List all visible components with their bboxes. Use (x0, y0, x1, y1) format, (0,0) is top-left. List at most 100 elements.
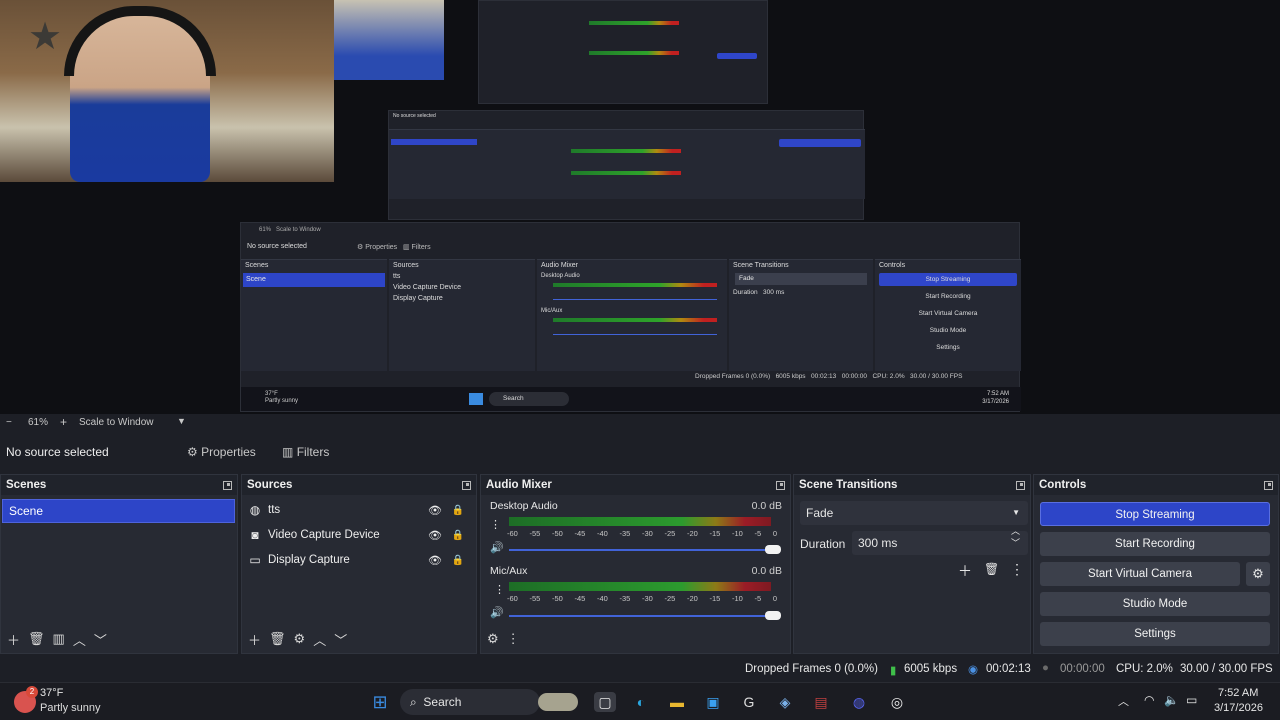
kebab-menu-icon[interactable]: ⋮ (490, 518, 501, 531)
undock-icon[interactable] (462, 480, 471, 490)
stop-streaming-button[interactable]: Stop Streaming (1040, 502, 1270, 526)
store-icon[interactable]: ▣ (702, 692, 724, 712)
lock-icon[interactable]: 🔒 (452, 530, 464, 541)
taskbar-search[interactable]: ⌕ Search (400, 689, 540, 715)
steam-icon[interactable]: ◈ (774, 692, 796, 712)
undock-icon[interactable] (776, 480, 785, 490)
slider-handle[interactable] (765, 545, 781, 554)
mixer-footer: ⚙ ⋮ (481, 625, 790, 653)
clock-time[interactable]: 7:52 AM (1218, 687, 1258, 699)
scale-mode-select[interactable]: Scale to Window (79, 417, 153, 428)
undock-icon[interactable] (1264, 480, 1273, 490)
undock-icon[interactable] (223, 480, 232, 490)
studio-mode-button[interactable]: Studio Mode (1040, 592, 1270, 616)
weather-temp: 37°F (40, 687, 64, 699)
move-down-icon[interactable]: ﹀ (94, 630, 107, 649)
scene-filters-icon[interactable]: ▥ (53, 631, 65, 647)
trash-icon[interactable]: 🗑 (984, 562, 999, 576)
zoom-in-button[interactable]: + (60, 415, 67, 429)
undock-icon[interactable] (1016, 480, 1025, 490)
lock-icon[interactable]: 🔒 (452, 555, 464, 566)
trash-icon[interactable]: 🗑 (28, 631, 45, 647)
scenes-title: Scenes (6, 479, 47, 491)
add-scene-icon[interactable]: ＋ (7, 630, 20, 649)
trash-icon[interactable]: 🗑 (269, 631, 286, 647)
meter-tick-label: -50 (552, 529, 563, 538)
wifi-icon[interactable]: ◠ (1144, 693, 1154, 707)
move-down-icon[interactable]: ﹀ (334, 630, 347, 649)
speaker-icon[interactable]: 🔊 (490, 541, 504, 554)
channel-name: Desktop Audio (490, 500, 558, 512)
chevron-down-icon: ▼ (1012, 508, 1020, 517)
start-recording-button[interactable]: Start Recording (1040, 532, 1270, 556)
gear-icon: ⚙ (187, 445, 198, 459)
stream-icon: ◉ (968, 664, 979, 676)
move-up-icon[interactable]: ︿ (73, 630, 86, 649)
duration-label: Duration (800, 537, 846, 551)
sources-dock: Sources ◍ tts 👁 🔒 ◙ Video Capture Device… (241, 474, 477, 654)
meter-tick-label: 0 (772, 594, 777, 603)
advanced-audio-icon[interactable]: ⚙ (487, 631, 499, 647)
status-bar: Dropped Frames 0 (0.0%) ▮ 6005 kbps ◉ 00… (0, 656, 1280, 682)
chevron-down-icon[interactable]: ▼ (177, 416, 186, 426)
cpu-usage: CPU: 2.0% (1116, 663, 1173, 675)
sources-footer: ＋ 🗑 ⚙ ︿ ﹀ (242, 625, 476, 653)
chevron-up-icon[interactable]: ︿ (1118, 693, 1129, 709)
kebab-menu-icon[interactable]: ⋮ (494, 583, 505, 596)
battery-icon[interactable]: ▭ (1186, 693, 1197, 707)
meter-tick-label: -15 (709, 594, 721, 603)
eye-icon[interactable]: 👁 (428, 529, 442, 542)
settings-button[interactable]: Settings (1040, 622, 1270, 646)
discord-icon[interactable]: ◍ (848, 692, 870, 712)
clock-date[interactable]: 3/17/2026 (1214, 702, 1263, 714)
kebab-menu-icon[interactable]: ⋮ (1010, 561, 1024, 578)
source-item-tts[interactable]: ◍ tts 👁 🔒 (248, 499, 472, 521)
speaker-icon[interactable]: 🔊 (490, 606, 504, 619)
volume-slider[interactable] (509, 611, 781, 620)
volume-icon[interactable]: 🔈 (1164, 693, 1179, 707)
g-hub-icon[interactable]: G (738, 692, 760, 712)
lock-icon[interactable]: 🔒 (452, 505, 464, 516)
meter-tick-label: -10 (732, 594, 743, 603)
volume-meter (509, 582, 771, 591)
virtual-camera-settings-icon[interactable]: ⚙ (1246, 562, 1270, 586)
transition-select[interactable]: Fade ▼ (800, 501, 1028, 525)
monitor-icon: ▭ (249, 553, 261, 567)
scene-item[interactable]: Scene (2, 499, 235, 523)
preview-toolbar: − 61% + Scale to Window ▼ (0, 414, 1280, 432)
source-item-video-capture[interactable]: ◙ Video Capture Device 👁 🔒 (248, 524, 472, 546)
file-explorer-icon[interactable]: ▬ (666, 692, 688, 712)
meter-tick-label: -50 (552, 594, 563, 603)
eye-icon[interactable]: 👁 (428, 504, 442, 517)
search-highlight-image[interactable] (538, 693, 578, 711)
task-view-icon[interactable]: ▢ (594, 692, 616, 712)
move-up-icon[interactable]: ︿ (313, 630, 326, 649)
properties-button[interactable]: ⚙ Properties (181, 440, 261, 464)
scenes-dock: Scenes Scene ＋ 🗑 ▥ ︿ ﹀ (0, 474, 238, 654)
signal-bars-icon: ▮ (890, 665, 897, 677)
controls-title: Controls (1039, 479, 1087, 491)
app-icon[interactable]: ▤ (810, 692, 832, 712)
duration-spinbox[interactable]: 300 ms ︿ ﹀ (852, 526, 1028, 555)
edge-icon[interactable]: ◐ (630, 692, 652, 712)
zoom-out-button[interactable]: − (6, 417, 12, 428)
slider-handle[interactable] (765, 611, 781, 620)
search-icon: ⌕ (410, 695, 417, 709)
add-source-icon[interactable]: ＋ (248, 630, 261, 649)
gear-icon[interactable]: ⚙ (294, 631, 306, 647)
zoom-level: 61% (28, 417, 49, 428)
volume-slider[interactable] (509, 545, 781, 554)
meter-tick-label: -20 (687, 529, 698, 538)
source-toolbar: No source selected ⚙ Properties ▥ Filter… (0, 432, 1280, 472)
stream-time: 00:02:13 (986, 663, 1031, 675)
filters-button[interactable]: ▥ Filters (276, 440, 336, 464)
start-virtual-camera-button[interactable]: Start Virtual Camera (1040, 562, 1240, 586)
source-item-display-capture[interactable]: ▭ Display Capture 👁 🔒 (248, 549, 472, 571)
windows-start-icon[interactable]: ⊞ (369, 692, 391, 712)
spin-arrows-icon[interactable]: ︿ ﹀ (1011, 525, 1020, 549)
meter-tick-label: -45 (574, 529, 586, 538)
kebab-menu-icon[interactable]: ⋮ (507, 631, 520, 647)
obs-icon[interactable]: ◎ (886, 692, 908, 712)
eye-icon[interactable]: 👁 (428, 554, 442, 567)
add-transition-icon[interactable]: ＋ (958, 561, 972, 581)
